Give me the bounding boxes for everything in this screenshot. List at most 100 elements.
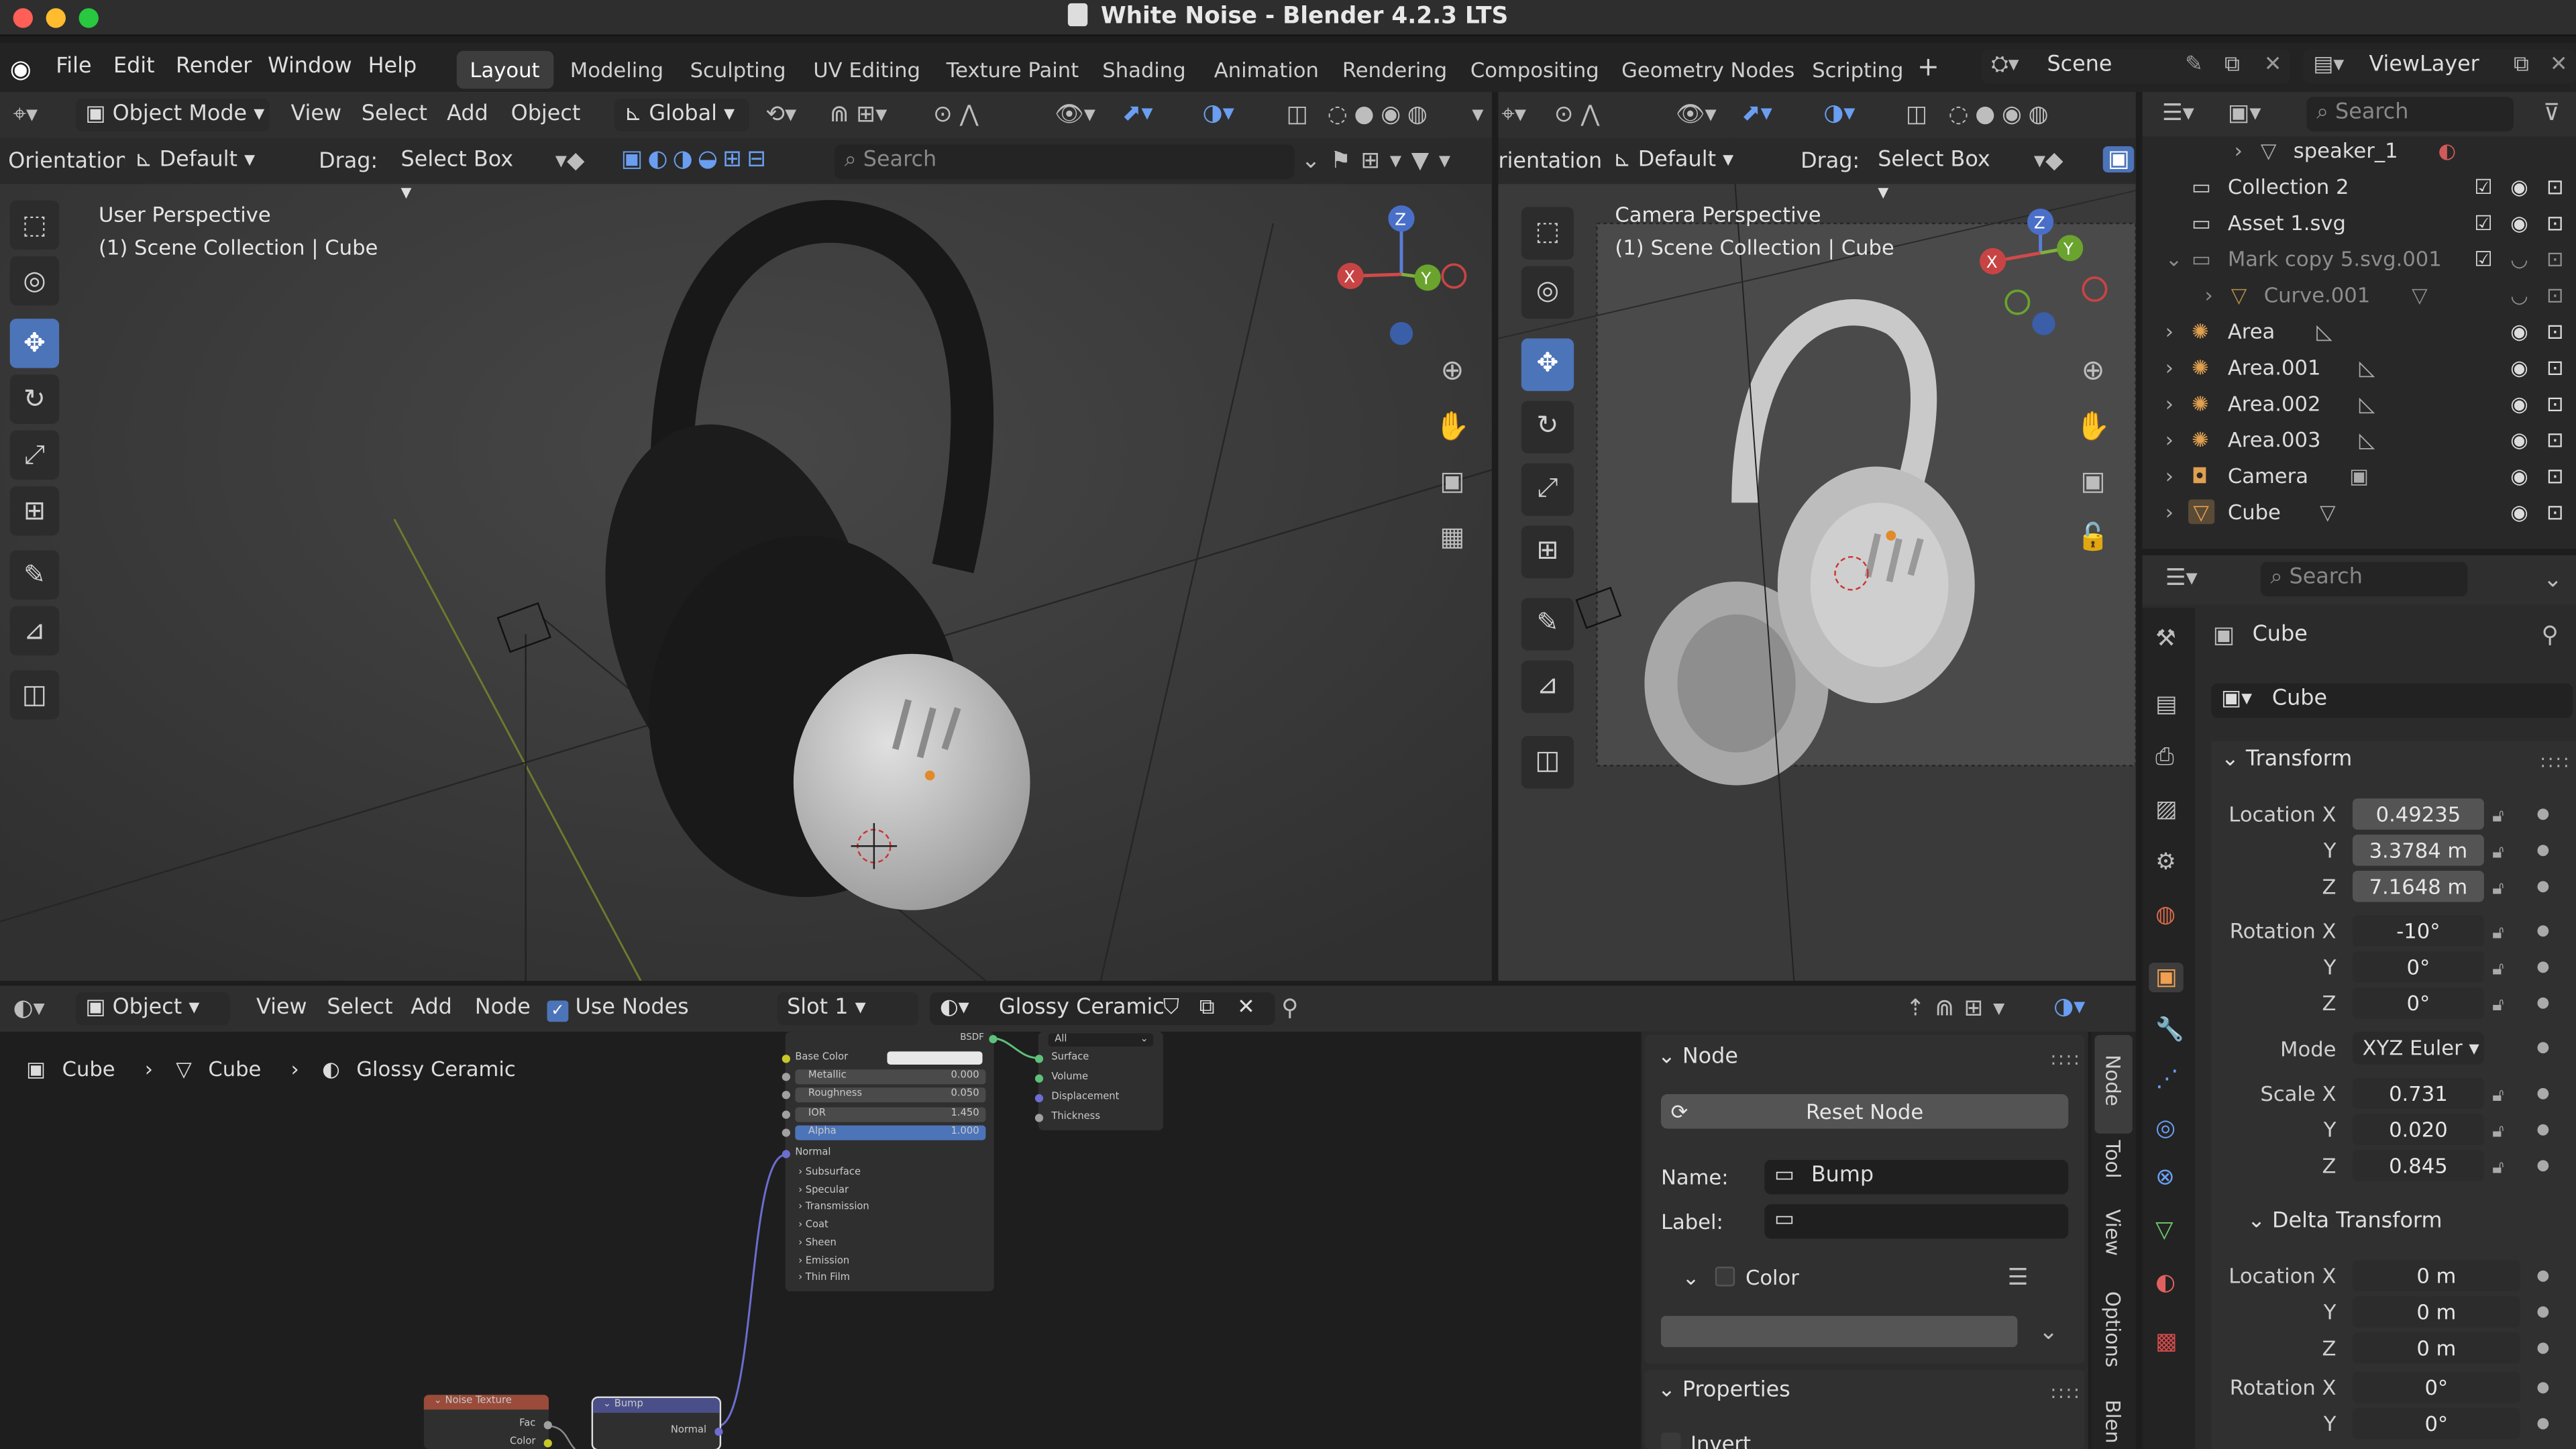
rotation-z-field[interactable]: 0° <box>2352 987 2484 1019</box>
outliner-row[interactable]: › ✺ Area.001 ◺ ◉ ⊡ <box>2152 355 2576 391</box>
gizmo-icon-right[interactable]: ⬈▾ <box>1741 102 1772 125</box>
chevron-down-icon[interactable]: ⌄ <box>2039 1321 2058 1344</box>
delete-viewlayer-icon[interactable]: ✕ <box>2550 49 2568 80</box>
particles-tab-icon[interactable]: ⋰ <box>2155 1068 2178 1091</box>
location-y-field[interactable]: 3.3784 m <box>2352 835 2484 866</box>
shading-dropdown-icon[interactable]: ▾ <box>1472 103 1483 126</box>
checkbox-icon[interactable]: ☑ <box>2474 246 2492 271</box>
transform-section[interactable]: ⌄ Transform <box>2221 747 2352 772</box>
properties-search-input[interactable]: ⌕ Search <box>2260 561 2468 596</box>
sidebar-tab-tool[interactable]: Tool <box>2101 1140 2124 1179</box>
tool-tab-icon[interactable]: ⚒ <box>2155 628 2176 651</box>
render-tab-icon[interactable]: ▤ <box>2155 693 2177 716</box>
blender-logo-icon[interactable]: ◉ <box>10 54 32 84</box>
tab-texture-paint[interactable]: Texture Paint <box>947 58 1079 83</box>
proportional-edit-icon[interactable]: ⊙ ⋀ <box>933 103 979 126</box>
add-workspace-icon[interactable]: + <box>1917 51 1939 83</box>
outliner-row[interactable]: ▭ Collection 2 ☑ ◉ ⊡ <box>2152 174 2576 211</box>
constraints-tab-icon[interactable]: ⊗ <box>2155 1167 2175 1189</box>
node-menu-select[interactable]: Select <box>327 996 392 1020</box>
location-x-field[interactable]: 0.49235 <box>2352 798 2484 830</box>
eye-closed-icon[interactable]: ◡ <box>2510 282 2528 307</box>
eye-icon[interactable]: ◉ <box>2510 499 2528 524</box>
scale-z-field[interactable]: 0.845 <box>2352 1150 2484 1181</box>
outliner-row[interactable]: ⌄ ▭ Mark copy 5.svg.001 ☑ ◡ ⊡ <box>2152 246 2576 282</box>
use-nodes-checkbox[interactable]: ✓ Use Nodes <box>547 996 689 1022</box>
outliner-row[interactable]: › ✺ Area ◺ ◉ ⊡ <box>2152 319 2576 355</box>
material-output-node[interactable]: All ⌄ Surface Volume Displacement Thickne… <box>1034 1031 1163 1130</box>
lock-icon[interactable]: 🔓︎ <box>2492 805 2504 828</box>
outliner-search-input[interactable]: ⌕ Search <box>2306 97 2514 131</box>
lock-icon[interactable]: 🔓︎ <box>2492 958 2504 981</box>
keyframe-dot-icon[interactable]: ● <box>2536 1269 2549 1285</box>
render-icon[interactable]: ⊡ <box>2546 282 2564 307</box>
lock-icon[interactable]: 🔓︎ <box>2492 1084 2504 1107</box>
tab-rendering[interactable]: Rendering <box>1342 58 1447 83</box>
keyframe-dot-icon[interactable]: ● <box>2536 923 2549 939</box>
transform-tool-icon[interactable]: ⊞ <box>9 486 60 536</box>
scale-x-field[interactable]: 0.731 <box>2352 1077 2484 1110</box>
select-mode-icon-right[interactable]: ▣ <box>2102 146 2135 173</box>
lock-icon[interactable]: 🔓︎ <box>2492 877 2504 900</box>
outliner-row[interactable]: › ▽ Curve.001 ▽ ◡ ⊡ <box>2152 282 2576 319</box>
transform-tool-icon-right[interactable]: ⊞ <box>1521 525 1574 579</box>
outliner-filter-icon[interactable]: ⊽ <box>2543 102 2560 125</box>
eye-icon[interactable]: ◉ <box>2510 210 2528 235</box>
eye-icon[interactable]: ◉ <box>2510 355 2528 380</box>
annotate-tool-icon-right[interactable]: ✎ <box>1521 598 1574 651</box>
keyframe-dot-icon[interactable]: ● <box>2536 1380 2549 1396</box>
outliner-row[interactable]: › ✺ Area.002 ◺ ◉ ⊡ <box>2152 391 2576 427</box>
socket[interactable] <box>782 1055 790 1063</box>
new-scene-icon[interactable]: ⧉ <box>2224 49 2240 80</box>
rotation-x-field[interactable]: -10° <box>2352 915 2484 947</box>
node-section[interactable]: ⌄ Node <box>1658 1045 1738 1070</box>
node-color-swatch[interactable] <box>1660 1316 2018 1348</box>
render-icon[interactable]: ⊡ <box>2546 391 2564 416</box>
scale-tool-icon-right[interactable]: ⤢ <box>1521 463 1574 516</box>
slot-dropdown[interactable]: Slot 1 ▾ <box>777 992 918 1026</box>
list-icon[interactable]: ☰ <box>2008 1267 2029 1289</box>
cursor-tool-icon-right[interactable]: ◎ <box>1521 266 1574 319</box>
menu-help[interactable]: Help <box>368 54 417 79</box>
node-menu-node[interactable]: Node <box>475 996 531 1020</box>
menu-view[interactable]: View <box>290 102 341 127</box>
bump-node[interactable]: ⌄ Bump Normal <box>591 1396 723 1449</box>
editor-type-icon[interactable]: ◐▾ <box>13 998 45 1020</box>
measure-tool-icon[interactable]: ⊿ <box>9 606 60 656</box>
lock-icon[interactable]: 🔓︎ <box>2492 922 2504 945</box>
add-cube-tool-icon-right[interactable]: ◫ <box>1521 736 1574 789</box>
menu-select[interactable]: Select <box>362 102 427 127</box>
physics-tab-icon[interactable]: ◎ <box>2155 1117 2176 1140</box>
node-tools-icons[interactable]: ⇡⋒⊞▾ <box>1906 998 2015 1020</box>
panel-thin-film[interactable]: › Thin Film <box>798 1271 869 1288</box>
socket[interactable] <box>782 1150 790 1159</box>
shading-modes-icon-right[interactable]: ◌●◉◍ <box>1949 103 2055 126</box>
move-tool-icon-right[interactable]: ✥ <box>1521 338 1574 391</box>
object-mode-dropdown[interactable]: ▣ Object Mode ▾ <box>75 98 270 131</box>
select-box-tool-icon[interactable]: ⬚ <box>9 200 60 250</box>
expand-icon[interactable]: › <box>2165 355 2174 380</box>
panel-specular[interactable]: › Specular <box>798 1183 869 1200</box>
annotate-tool-icon[interactable]: ✎ <box>9 550 60 600</box>
socket[interactable] <box>782 1091 790 1099</box>
socket[interactable] <box>714 1428 723 1436</box>
pin-icon[interactable]: ✎ <box>2185 49 2203 80</box>
display-mode-icon[interactable]: ▣▾ <box>2228 102 2261 125</box>
keyframe-dot-icon[interactable]: ● <box>2536 1086 2549 1102</box>
color-checkbox[interactable] <box>1715 1267 1736 1287</box>
object-name-field[interactable]: ▣▾ Cube <box>2211 683 2573 718</box>
material-selector[interactable]: ◐▾ Glossy Ceramic ⛉ ⧉ ✕ <box>930 992 1275 1026</box>
overlay-icon[interactable]: ◑▾ <box>2053 996 2085 1018</box>
expand-icon[interactable]: › <box>2165 499 2174 524</box>
properties-type-icon[interactable]: ☰▾ <box>2165 567 2198 590</box>
scale-tool-icon[interactable]: ⤢ <box>9 430 60 480</box>
socket[interactable] <box>782 1110 790 1119</box>
render-icon[interactable]: ⊡ <box>2546 319 2564 343</box>
expand-icon[interactable]: › <box>2165 391 2174 416</box>
select-mode-icons[interactable]: ▣◐◑◒⊞⊟ <box>621 148 771 170</box>
rotation-mode-dropdown[interactable]: XYZ Euler ▾ <box>2352 1031 2484 1065</box>
editor-type-icon-right[interactable]: ⌖▾ <box>1501 103 1526 126</box>
ortho-grid-icon[interactable]: ▦ <box>1433 523 1472 550</box>
render-icon[interactable]: ⊡ <box>2546 246 2564 271</box>
gizmo-icon[interactable]: ⬈▾ <box>1122 102 1153 125</box>
